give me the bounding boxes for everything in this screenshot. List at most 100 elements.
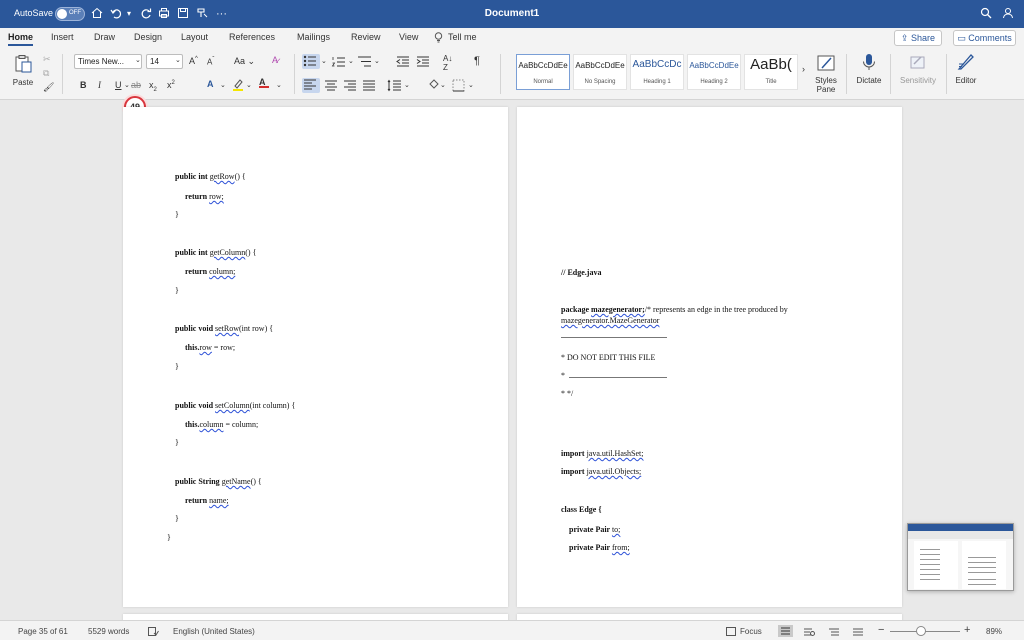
ribbon-divider	[62, 54, 63, 94]
editor-icon	[957, 54, 974, 70]
bullets-dropdown-icon[interactable]: ⌄	[321, 57, 327, 65]
page-count[interactable]: Page 35 of 61	[18, 627, 68, 636]
word-count[interactable]: 5529 words	[88, 627, 129, 636]
code-line: return column;	[185, 267, 236, 276]
highlight-icon[interactable]	[232, 78, 244, 93]
font-name-dropdown-icon[interactable]: ⌄	[135, 56, 141, 64]
shading-icon[interactable]	[428, 78, 440, 93]
thumbnail-titlebar	[908, 524, 1013, 531]
document-page-left[interactable]: public int getRow() { return row; } publ…	[123, 107, 508, 607]
format-painter-brush-icon[interactable]: 🖌	[43, 82, 54, 93]
styles-next-icon[interactable]: ›	[802, 64, 805, 74]
paste-button[interactable]: Paste	[8, 54, 38, 87]
style-heading-2[interactable]: AaBbCcDdEe Heading 2	[687, 54, 741, 90]
style-sample: AaBb(	[750, 56, 792, 73]
tab-view[interactable]: View	[399, 32, 418, 42]
code-line: return name;	[185, 496, 229, 505]
shading-dropdown-icon[interactable]: ⌄	[440, 81, 446, 89]
italic-icon[interactable]: I	[98, 80, 101, 90]
zoom-level[interactable]: 89%	[986, 627, 1002, 636]
style-heading-1[interactable]: AaBbCcDc Heading 1	[630, 54, 684, 90]
line-spacing-icon[interactable]	[387, 79, 403, 94]
style-sample: AaBbCcDdEe	[518, 61, 568, 70]
styles-pane-button[interactable]: Styles Pane	[812, 52, 840, 94]
bold-icon[interactable]: B	[80, 80, 87, 90]
highlight-dropdown-icon[interactable]: ⌄	[246, 81, 252, 89]
increase-indent-icon[interactable]	[416, 55, 430, 70]
ribbon-divider	[846, 54, 847, 94]
tab-design[interactable]: Design	[134, 32, 162, 42]
tell-me-search[interactable]: Tell me	[448, 32, 477, 42]
thumbnail-page	[914, 541, 958, 589]
font-color-icon[interactable]: A	[259, 77, 269, 88]
dictate-button[interactable]: Dictate	[852, 52, 886, 85]
language-indicator[interactable]: English (United States)	[173, 627, 255, 636]
package-comment-line: mazegenerator.MazeGenerator	[561, 316, 660, 325]
numbering-dropdown-icon[interactable]: ⌄	[348, 57, 354, 65]
web-layout-icon[interactable]	[803, 627, 815, 639]
tab-layout[interactable]: Layout	[181, 32, 208, 42]
align-center-icon[interactable]	[323, 79, 339, 94]
proofing-icon[interactable]	[148, 627, 159, 638]
numbering-icon[interactable]	[331, 55, 347, 70]
superscript-icon[interactable]: x2	[167, 80, 175, 90]
underline-icon[interactable]: U	[115, 80, 122, 90]
borders-icon[interactable]	[452, 79, 465, 94]
multilevel-dropdown-icon[interactable]: ⌄	[374, 57, 380, 65]
text-effects-icon[interactable]: A	[207, 79, 214, 89]
search-icon[interactable]	[980, 7, 992, 22]
borders-dropdown-icon[interactable]: ⌄	[468, 81, 474, 89]
print-layout-icon[interactable]	[778, 625, 793, 637]
text-effects-dropdown-icon[interactable]: ⌄	[220, 81, 226, 89]
strikethrough-icon[interactable]: ab	[131, 80, 141, 90]
tab-references[interactable]: References	[229, 32, 275, 42]
page-thumbnail-preview[interactable]	[907, 523, 1014, 591]
sensitivity-button[interactable]: Sensitivity	[896, 52, 940, 85]
style-title[interactable]: AaBb( Title	[744, 54, 798, 90]
share-button[interactable]: ⇪ Share	[894, 30, 942, 46]
comments-button[interactable]: ▭ Comments	[953, 30, 1016, 46]
focus-icon[interactable]	[726, 627, 736, 638]
clear-formatting-icon[interactable]: A̷	[272, 55, 278, 65]
tab-home[interactable]: Home	[8, 32, 34, 46]
draft-view-icon[interactable]	[852, 627, 864, 639]
zoom-in-icon[interactable]: +	[964, 624, 970, 636]
zoom-out-icon[interactable]: −	[878, 624, 884, 636]
show-formatting-icon[interactable]: ¶	[474, 55, 480, 67]
tab-draw[interactable]: Draw	[94, 32, 115, 42]
outline-view-icon[interactable]	[828, 627, 840, 639]
style-normal[interactable]: AaBbCcDdEe Normal	[516, 54, 570, 90]
grow-font-icon[interactable]: A^	[189, 56, 198, 66]
copy-icon[interactable]: ⧉	[43, 68, 49, 79]
style-no-spacing[interactable]: AaBbCcDdEe No Spacing	[573, 54, 627, 90]
font-name-select[interactable]: Times New...	[74, 54, 142, 69]
change-case-icon[interactable]: Aa ⌄	[234, 56, 255, 67]
bullets-icon[interactable]	[302, 54, 320, 69]
style-name: Heading 1	[643, 79, 671, 85]
subscript-icon[interactable]: x2	[149, 80, 157, 93]
font-size-dropdown-icon[interactable]: ⌄	[175, 56, 181, 64]
focus-mode-button[interactable]: Focus	[740, 627, 762, 636]
sort-icon[interactable]: A↓ Z	[443, 54, 452, 72]
account-icon[interactable]	[1002, 7, 1014, 22]
justify-icon[interactable]	[361, 79, 377, 94]
align-right-icon[interactable]	[342, 79, 358, 94]
ribbon-divider	[500, 54, 501, 94]
multilevel-list-icon[interactable]	[357, 55, 373, 70]
shrink-font-icon[interactable]: Aˇ	[207, 57, 214, 67]
tab-insert[interactable]: Insert	[51, 32, 74, 42]
tab-mailings[interactable]: Mailings	[297, 32, 330, 42]
zoom-slider-thumb[interactable]	[916, 626, 926, 636]
editor-button[interactable]: Editor	[952, 52, 980, 85]
document-page-right[interactable]: // Edge.java package mazegenerator;/* re…	[517, 107, 902, 607]
code-line: public int getRow() {	[175, 172, 246, 181]
tab-review[interactable]: Review	[351, 32, 381, 42]
line-spacing-dropdown-icon[interactable]: ⌄	[404, 81, 410, 89]
align-left-icon[interactable]	[302, 78, 320, 93]
decrease-indent-icon[interactable]	[396, 55, 410, 70]
underline-dropdown-icon[interactable]: ⌄	[124, 81, 130, 89]
field-line: private Pair from;	[569, 543, 630, 552]
font-color-dropdown-icon[interactable]: ⌄	[276, 81, 282, 89]
cut-icon[interactable]: ✂	[43, 54, 51, 65]
do-not-edit-line: * DO NOT EDIT THIS FILE	[561, 353, 656, 362]
